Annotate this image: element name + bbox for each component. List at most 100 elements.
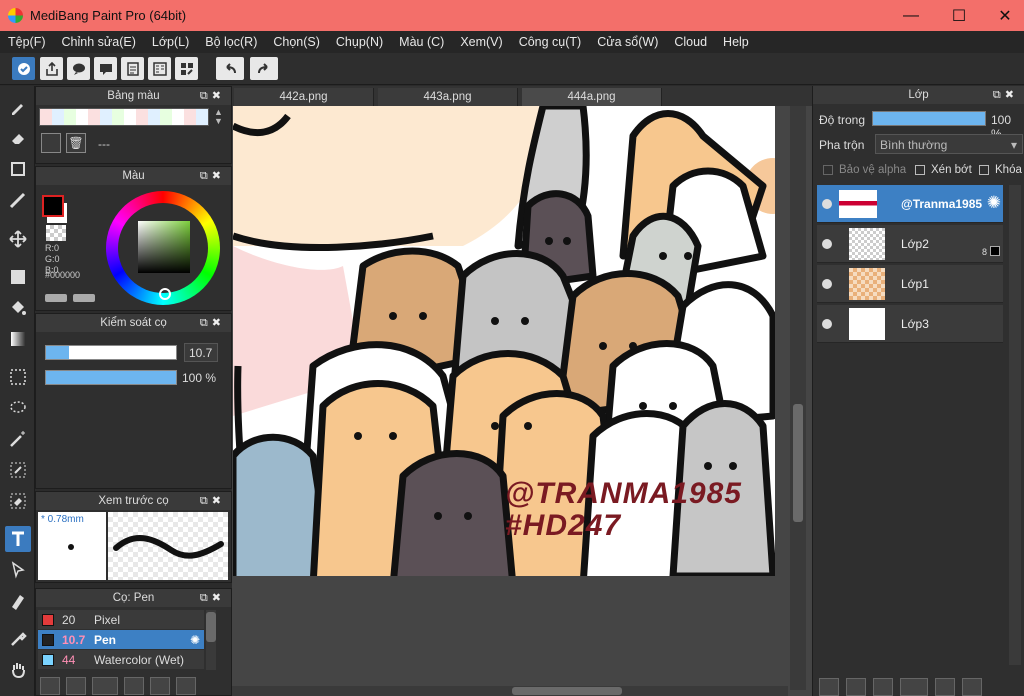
saturation-value-square[interactable]: [138, 221, 190, 273]
eye-icon[interactable]: [822, 319, 832, 329]
duplicate-layer-icon[interactable]: [962, 678, 982, 696]
page-list-icon[interactable]: [148, 57, 171, 80]
layer-item-tranma[interactable]: @Tranma1985 ✺: [817, 185, 1003, 223]
page-icon[interactable]: [121, 57, 144, 80]
cloud-brush-icon[interactable]: [40, 677, 60, 695]
new-1bit-layer-icon[interactable]: [873, 678, 893, 696]
menu-color[interactable]: Màu (C): [391, 35, 452, 49]
brush-item-pixel[interactable]: 20 Pixel: [38, 610, 204, 629]
eye-icon[interactable]: [822, 279, 832, 289]
select-eraser-icon[interactable]: [5, 488, 31, 514]
eyedropper-tool-icon[interactable]: [5, 626, 31, 652]
maximize-button[interactable]: ☐: [936, 0, 982, 31]
speech-bubble-icon[interactable]: [67, 57, 90, 80]
layer-opacity-slider[interactable]: [872, 111, 986, 126]
brush-settings-icon[interactable]: [124, 677, 144, 695]
fill-rect-tool-icon[interactable]: [5, 264, 31, 290]
close-button[interactable]: ✕: [982, 0, 1024, 31]
layer-item-lop1[interactable]: Lớp1: [817, 265, 1003, 303]
color-mode-button-1[interactable]: [45, 294, 67, 302]
tab-443a[interactable]: 443a.png: [378, 88, 518, 106]
blend-mode-select[interactable]: Bình thường ▾: [875, 134, 1023, 154]
eye-icon[interactable]: [822, 199, 832, 209]
layer-list-scrollbar[interactable]: [1009, 185, 1021, 665]
drawing-canvas[interactable]: @TRANMA1985 #HD247: [233, 106, 775, 576]
copy-brush-icon[interactable]: [176, 677, 196, 695]
folder-icon[interactable]: [150, 677, 170, 695]
dot-tool-icon[interactable]: [5, 156, 31, 182]
new-palette-icon[interactable]: [41, 133, 61, 153]
menu-capture[interactable]: Chụp(N): [328, 35, 391, 49]
tab-444a[interactable]: 444a.png: [522, 88, 662, 106]
gradient-tool-icon[interactable]: [5, 326, 31, 352]
canvas-vertical-scrollbar[interactable]: [790, 106, 806, 690]
grid-pages-icon[interactable]: [175, 57, 198, 80]
layer-item-lop2[interactable]: Lớp2 8: [817, 225, 1003, 263]
minimize-button[interactable]: —: [888, 0, 934, 31]
menu-window[interactable]: Cửa sổ(W): [589, 35, 666, 49]
brush-opacity-slider[interactable]: [45, 370, 177, 385]
menu-cloud[interactable]: Cloud: [666, 35, 715, 49]
foreground-color-swatch[interactable]: [42, 195, 64, 217]
select-pen-icon[interactable]: [5, 457, 31, 483]
menu-view[interactable]: Xem(V): [452, 35, 510, 49]
hue-wheel[interactable]: [106, 191, 220, 305]
tab-442a[interactable]: 442a.png: [234, 88, 374, 106]
redo-icon[interactable]: [250, 57, 278, 80]
menu-file[interactable]: Tệp(F): [0, 35, 54, 49]
move-tool-icon[interactable]: [5, 226, 31, 252]
brush-size-value[interactable]: 10.7: [184, 343, 218, 362]
protect-alpha-checkbox[interactable]: Bảo vệ alpha: [823, 164, 906, 176]
eraser-tool-icon[interactable]: [5, 125, 31, 151]
magic-wand-icon[interactable]: [5, 426, 31, 452]
menu-filter[interactable]: Bộ lọc(R): [197, 35, 265, 49]
brush-item-watercolor[interactable]: 44 Watercolor (Wet): [38, 650, 204, 669]
add-brush-icon[interactable]: [92, 677, 118, 695]
canvas-horizontal-scrollbar[interactable]: [232, 686, 788, 696]
eye-icon[interactable]: [822, 239, 832, 249]
new-brush-icon[interactable]: [66, 677, 86, 695]
folder-icon[interactable]: [935, 678, 955, 696]
menu-select[interactable]: Chọn(S): [265, 35, 328, 49]
menu-help[interactable]: Help: [715, 35, 757, 49]
bucket-tool-icon[interactable]: [5, 295, 31, 321]
delete-palette-icon[interactable]: 🗑: [66, 133, 86, 153]
panel-popout-close-icon[interactable]: ⧉✖: [993, 88, 1018, 102]
select-tool-icon[interactable]: [5, 364, 31, 390]
palette-swatches[interactable]: [39, 108, 209, 126]
lasso-tool-icon[interactable]: [5, 395, 31, 421]
gear-icon[interactable]: ✺: [190, 633, 200, 647]
menu-tools[interactable]: Công cụ(T): [511, 35, 590, 49]
panel-popout-close-icon[interactable]: ⧉✖: [200, 89, 225, 103]
operation-tool-icon[interactable]: [5, 557, 31, 583]
brush-tool-icon[interactable]: [5, 94, 31, 120]
lock-checkbox[interactable]: Khóa: [979, 164, 1022, 176]
color-mode-button-2[interactable]: [73, 294, 95, 302]
menu-edit[interactable]: Chỉnh sửa(E): [54, 35, 144, 49]
layer-item-lop3[interactable]: Lớp3: [817, 305, 1003, 343]
add-layer-menu-icon[interactable]: [900, 678, 928, 696]
undo-icon[interactable]: [216, 57, 244, 80]
comment-icon[interactable]: [94, 57, 117, 80]
brush-item-pen[interactable]: 10.7 Pen ✺: [38, 630, 204, 649]
transparent-color-icon[interactable]: [46, 225, 66, 241]
menu-layer[interactable]: Lớp(L): [144, 35, 197, 49]
new-layer-icon[interactable]: [819, 678, 839, 696]
blur-tool-icon[interactable]: [5, 187, 31, 213]
clipping-checkbox[interactable]: Xén bớt: [915, 164, 972, 176]
brush-size-slider[interactable]: [45, 345, 177, 360]
panel-tool-icon[interactable]: [5, 588, 31, 614]
cloud-check-icon[interactable]: [12, 57, 35, 80]
panel-popout-close-icon[interactable]: ⧉✖: [200, 591, 225, 605]
share-icon[interactable]: [40, 57, 63, 80]
hue-handle[interactable]: [159, 288, 171, 300]
brush-list-scrollbar[interactable]: [206, 610, 216, 670]
panel-popout-close-icon[interactable]: ⧉✖: [200, 316, 225, 330]
palette-scroll-icon[interactable]: ▲ ▼: [214, 108, 226, 126]
panel-popout-close-icon[interactable]: ⧉✖: [200, 169, 225, 183]
new-8bit-layer-icon[interactable]: [846, 678, 866, 696]
panel-popout-close-icon[interactable]: ⧉✖: [200, 494, 225, 508]
gear-icon[interactable]: ✺: [987, 193, 1001, 213]
text-tool-icon[interactable]: [5, 526, 31, 552]
hand-tool-icon[interactable]: [5, 657, 31, 683]
